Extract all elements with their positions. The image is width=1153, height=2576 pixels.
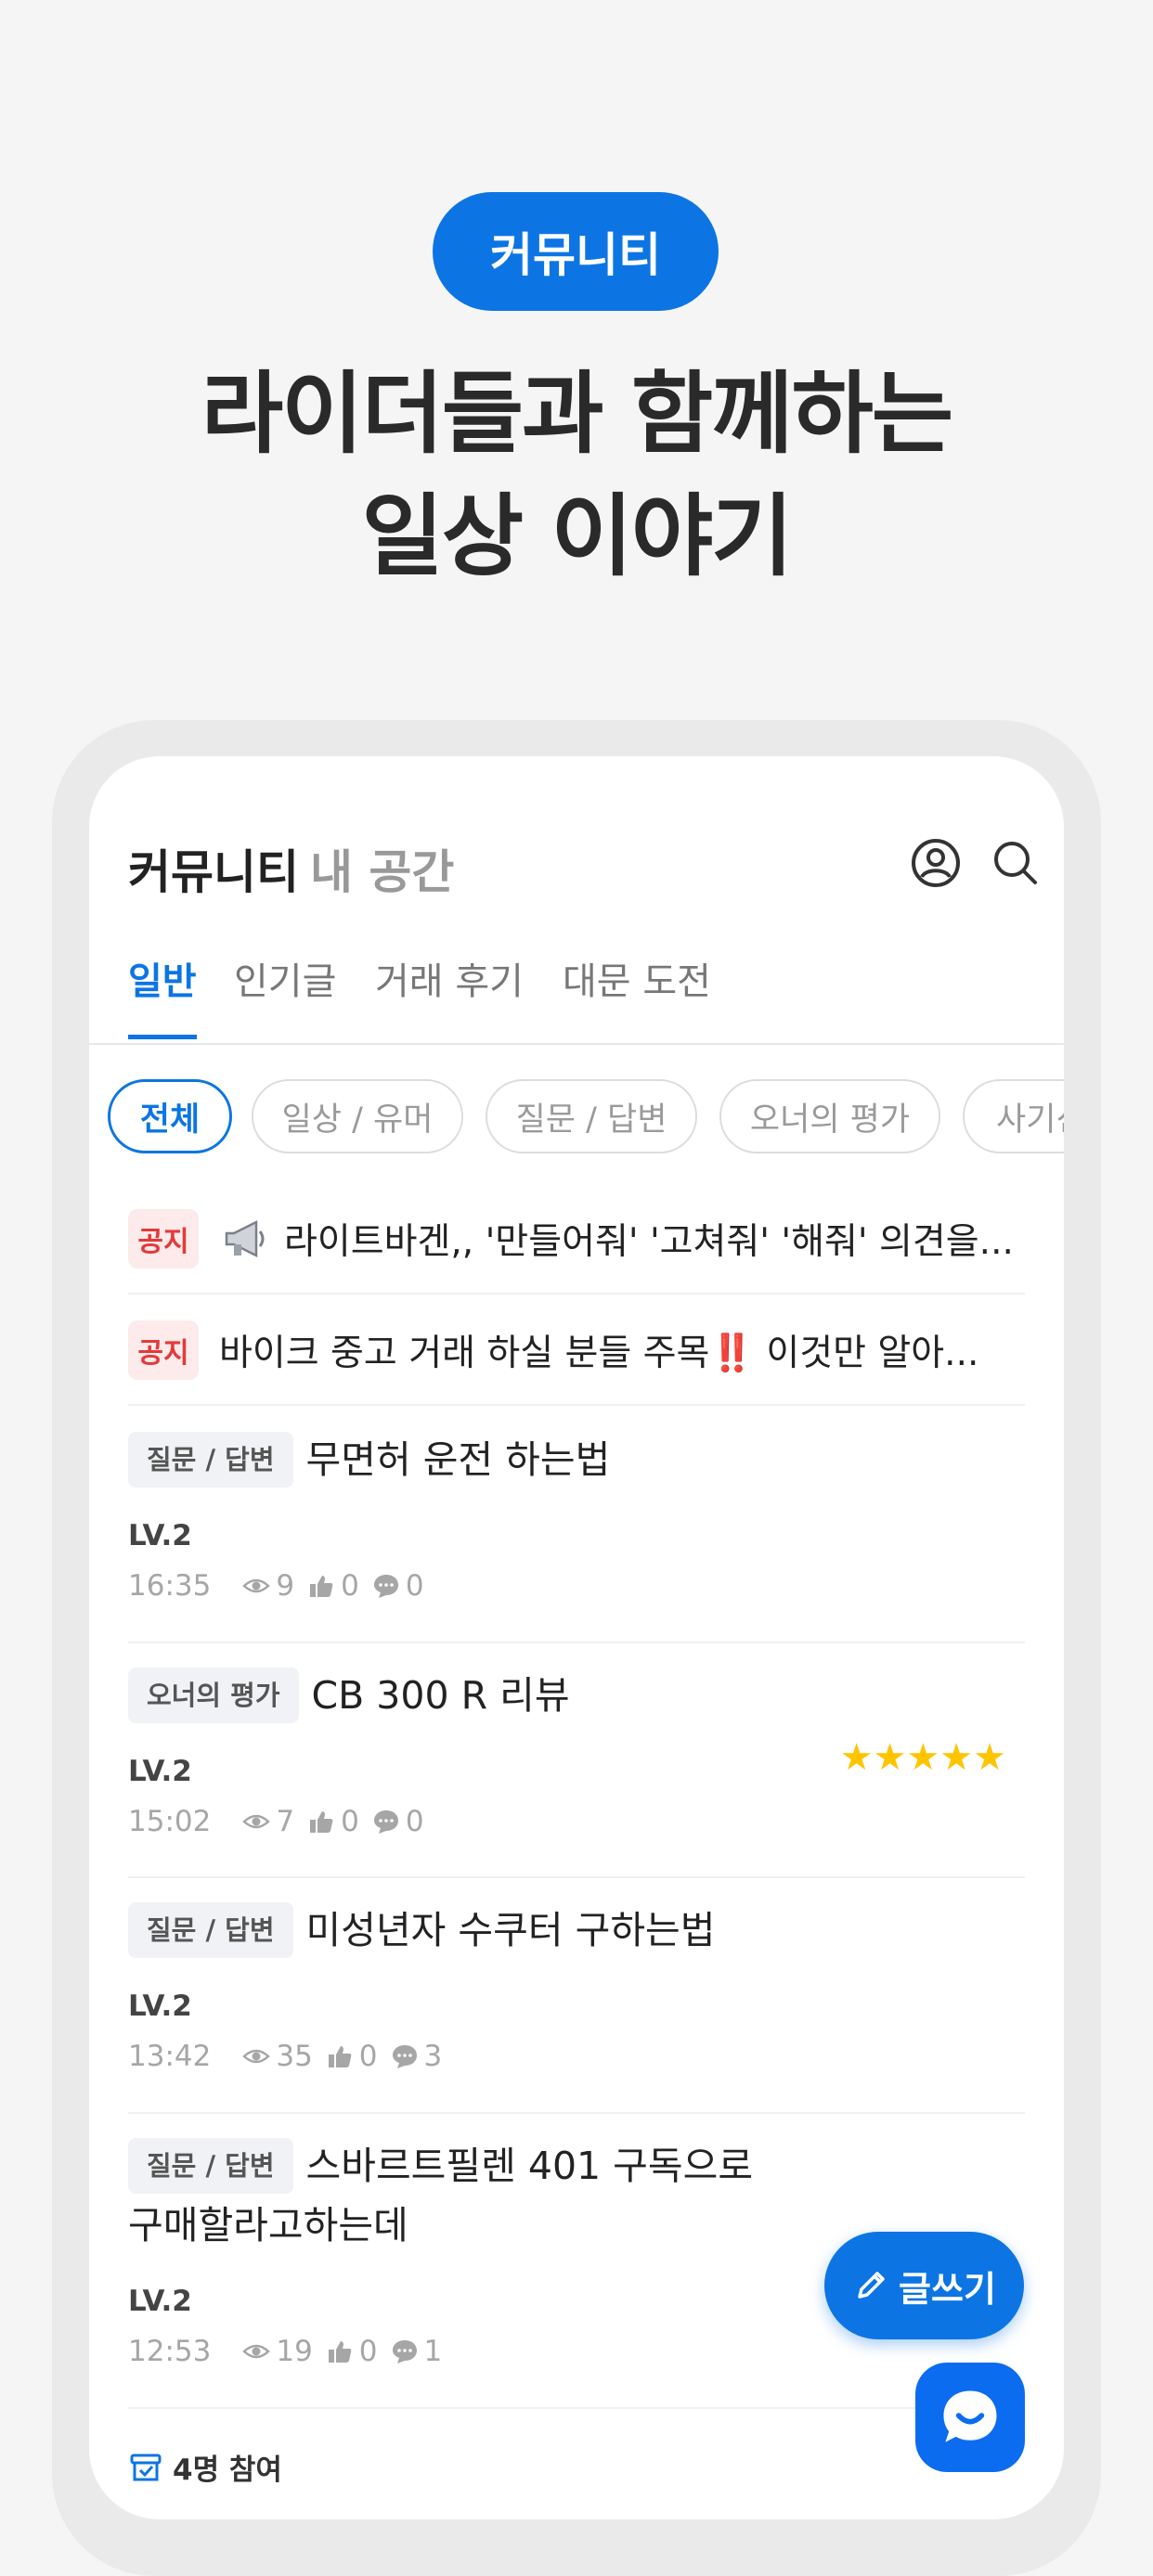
- profile-icon[interactable]: [910, 837, 962, 889]
- post-title: 무면허 운전 하는법: [305, 1437, 611, 1482]
- title-my-space[interactable]: 내 공간: [310, 845, 454, 899]
- view-count: 9: [276, 1569, 295, 1603]
- post-category: 질문 / 답변: [128, 1902, 293, 1958]
- thumbs-up-icon: [328, 2341, 352, 2363]
- comment-icon: [392, 2045, 417, 2068]
- page-title: 커뮤니티 내 공간: [128, 835, 454, 902]
- pencil-icon: [858, 2272, 885, 2299]
- notice-badge: 공지: [128, 1209, 199, 1269]
- category-chips: 전체 일상 / 유머 질문 / 답변 오너의 평가 사기신: [108, 1079, 1064, 1153]
- participation-text: 4명 참여: [173, 2454, 282, 2487]
- search-icon[interactable]: [990, 837, 1042, 889]
- write-post-label: 글쓰기: [899, 2268, 996, 2310]
- notice-badge: 공지: [128, 1320, 199, 1380]
- view-count: 7: [276, 1805, 295, 1838]
- notice-text: 바이크 중고 거래 하실 분들 주목‼️ 이것만 알아...: [219, 1333, 979, 1374]
- list-item[interactable]: 질문 / 답변 무면허 운전 하는법 LV.2 16:35 9 0 0: [128, 1408, 1025, 1643]
- write-post-button[interactable]: 글쓰기: [824, 2232, 1024, 2339]
- headline-line-2: 일상 이야기: [361, 484, 793, 588]
- participation-indicator: 4명 참여: [128, 2446, 282, 2488]
- eye-icon: [242, 2049, 271, 2064]
- post-time: 16:35: [128, 1569, 212, 1603]
- app-header: 커뮤니티 내 공간: [128, 817, 1037, 909]
- list-item[interactable]: 질문 / 답변 미성년자 수쿠터 구하는법 LV.2 13:42 35 0 3: [128, 1878, 1025, 2114]
- promo-headline: 라이더들과 함께하는 일상 이야기: [0, 353, 1153, 598]
- post-meta: 15:02 7 0 0: [128, 1805, 424, 1838]
- comment-icon: [373, 1810, 398, 1834]
- comment-count: 1: [423, 2335, 443, 2368]
- like-count: 0: [341, 1805, 359, 1838]
- megaphone-icon: [225, 1219, 265, 1258]
- like-count: 0: [358, 2335, 378, 2368]
- chat-button[interactable]: [915, 2363, 1025, 2472]
- tab-gate-challenge[interactable]: 대문 도전: [563, 951, 711, 1005]
- view-count: 35: [276, 2040, 313, 2073]
- post-title: 스바르트필렌 401 구독으로: [305, 2144, 754, 2188]
- post-meta: 12:53 19 0 1: [128, 2335, 442, 2368]
- comment-icon: [373, 1575, 398, 1598]
- comment-count: 0: [405, 1805, 424, 1838]
- eye-icon: [242, 1578, 271, 1593]
- notice-item[interactable]: 공지 라이트바겐,, '만들어줘' '고쳐줘' '해줘' 의견을...: [128, 1185, 1025, 1294]
- tab-trade-reviews[interactable]: 거래 후기: [375, 951, 524, 1005]
- tab-general[interactable]: 일반: [128, 951, 197, 1005]
- list-item[interactable]: 오너의 평가 CB 300 R 리뷰 ★★★★★ LV.2 15:02 7 0 0: [128, 1643, 1025, 1878]
- notice-text: 라이트바겐,, '만들어줘' '고쳐줘' '해줘' 의견을...: [284, 1221, 1014, 1263]
- chip-daily-humor[interactable]: 일상 / 유머: [252, 1079, 463, 1153]
- post-category: 오너의 평가: [128, 1668, 299, 1723]
- like-count: 0: [358, 2040, 378, 2073]
- thumbs-up-icon: [310, 1811, 333, 1833]
- promo-badge: 커뮤니티: [433, 192, 719, 311]
- author-level: LV.2: [128, 2285, 192, 2318]
- author-level: LV.2: [128, 1990, 192, 2023]
- notice-item[interactable]: 공지 바이크 중고 거래 하실 분들 주목‼️ 이것만 알아...: [128, 1296, 1025, 1406]
- post-category: 질문 / 답변: [128, 2138, 293, 2194]
- author-level: LV.2: [128, 1519, 192, 1552]
- post-title: CB 300 R 리뷰: [311, 1673, 570, 1718]
- chat-bubble-icon: [943, 2390, 997, 2442]
- thumbs-up-icon: [328, 2046, 352, 2067]
- tab-popular[interactable]: 인기글: [234, 951, 336, 1005]
- post-title: 미성년자 수쿠터 구하는법: [305, 1908, 716, 1952]
- comment-count: 3: [423, 2040, 443, 2073]
- tab-bar: 일반 인기글 거래 후기 대문 도전: [128, 951, 1064, 1025]
- like-count: 0: [341, 1569, 359, 1603]
- chip-all[interactable]: 전체: [108, 1079, 232, 1153]
- rating-stars: ★★★★★: [839, 1736, 1006, 1779]
- author-level: LV.2: [128, 1755, 192, 1788]
- post-title-continued: 구매할라고하는데: [128, 2203, 408, 2248]
- post-meta: 13:42 35 0 3: [128, 2040, 442, 2073]
- vote-box-icon: [130, 2454, 162, 2480]
- chip-qna[interactable]: 질문 / 답변: [486, 1079, 697, 1153]
- post-category: 질문 / 답변: [128, 1432, 293, 1488]
- view-count: 19: [276, 2335, 313, 2368]
- divider: [89, 1043, 1064, 1045]
- comment-count: 0: [405, 1569, 424, 1603]
- post-time: 15:02: [128, 1805, 212, 1838]
- headline-line-1: 라이더들과 함께하는: [201, 362, 953, 466]
- chip-owner-review[interactable]: 오너의 평가: [719, 1079, 940, 1153]
- eye-icon: [242, 1814, 271, 1829]
- thumbs-up-icon: [310, 1576, 333, 1597]
- post-time: 12:53: [128, 2335, 212, 2368]
- comment-icon: [392, 2340, 417, 2363]
- eye-icon: [242, 2344, 271, 2359]
- post-time: 13:42: [128, 2040, 212, 2073]
- active-tab-indicator: [128, 1035, 197, 1039]
- chip-scam[interactable]: 사기신: [963, 1079, 1064, 1153]
- post-meta: 16:35 9 0 0: [128, 1569, 424, 1603]
- title-community[interactable]: 커뮤니티: [128, 845, 299, 899]
